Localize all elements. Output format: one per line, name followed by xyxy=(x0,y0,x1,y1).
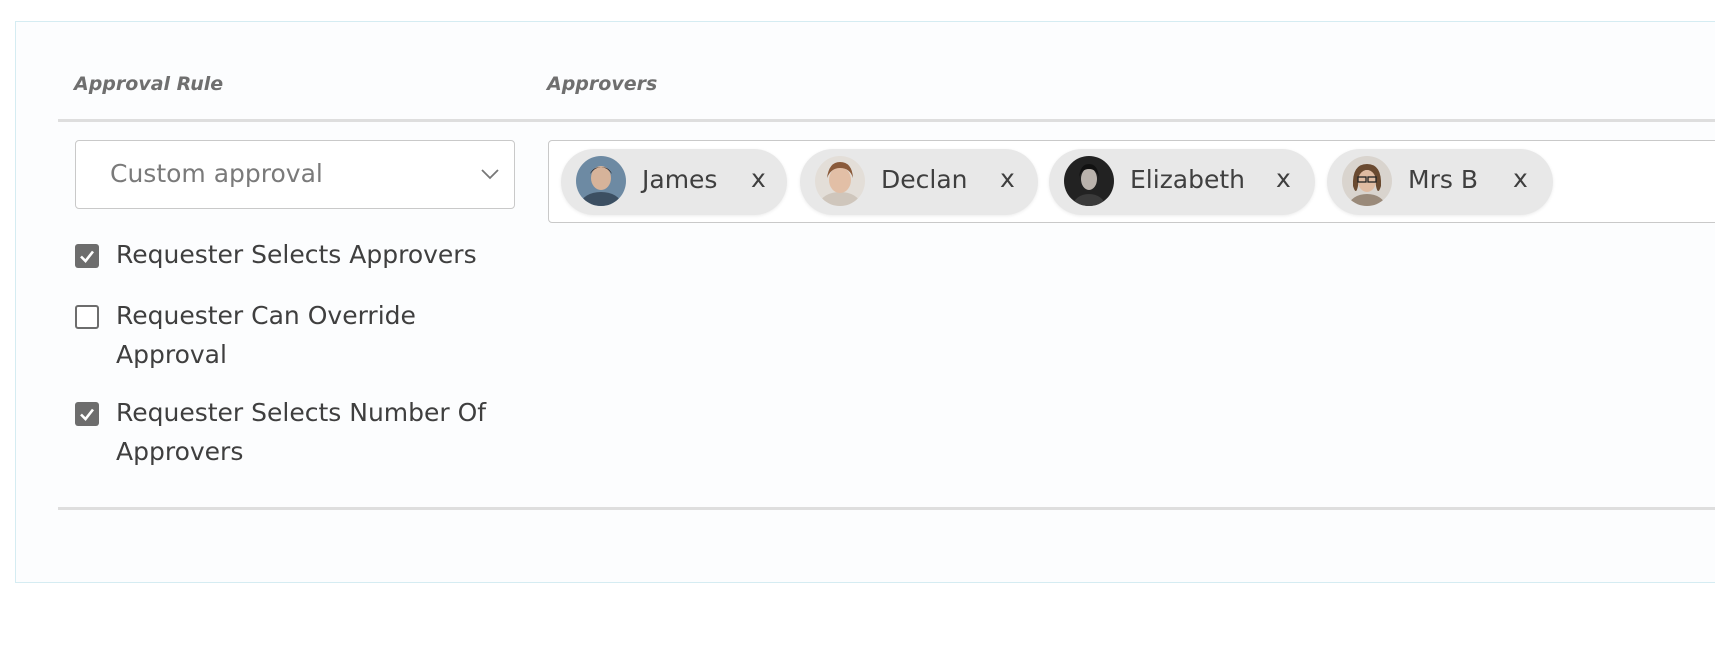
remove-approver-button[interactable]: x xyxy=(1276,164,1291,193)
option-label: Requester Selects Approvers xyxy=(116,240,477,269)
checkbox-requester-selects-number-of-approvers[interactable] xyxy=(75,402,99,426)
approval-rule-header: Approval Rule xyxy=(74,73,224,95)
approver-chip: James x xyxy=(561,149,787,215)
checkmark-icon xyxy=(80,408,95,421)
approver-name: Declan xyxy=(881,165,968,194)
option-label: Requester Selects Number Of Approvers xyxy=(116,398,487,466)
approver-chip: Elizabeth x xyxy=(1049,149,1315,215)
approval-rule-select[interactable]: Custom approval xyxy=(75,140,515,209)
avatar xyxy=(1064,156,1114,206)
remove-approver-button[interactable]: x xyxy=(751,164,766,193)
checkbox-requester-selects-approvers[interactable] xyxy=(75,244,99,268)
approver-name: James xyxy=(642,165,718,194)
option-label: Requester Can Override Approval xyxy=(116,301,416,369)
footer-divider xyxy=(58,507,1715,510)
chevron-down-icon xyxy=(480,164,500,184)
header-divider xyxy=(58,119,1715,122)
approvers-header: Approvers xyxy=(547,73,658,95)
avatar xyxy=(576,156,626,206)
approver-name: Elizabeth xyxy=(1130,165,1246,194)
remove-approver-button[interactable]: x xyxy=(1000,164,1015,193)
avatar xyxy=(815,156,865,206)
approver-chip: Declan x xyxy=(800,149,1038,215)
approver-name: Mrs B xyxy=(1408,165,1478,194)
checkbox-requester-can-override-approval[interactable] xyxy=(75,305,99,329)
avatar xyxy=(1342,156,1392,206)
approval-rule-select-value: Custom approval xyxy=(110,159,323,188)
approver-chip: Mrs B x xyxy=(1327,149,1553,215)
checkmark-icon xyxy=(80,250,95,263)
remove-approver-button[interactable]: x xyxy=(1513,164,1528,193)
approvers-field[interactable]: James x Declan x Elizabeth x Mrs B x xyxy=(548,140,1715,223)
